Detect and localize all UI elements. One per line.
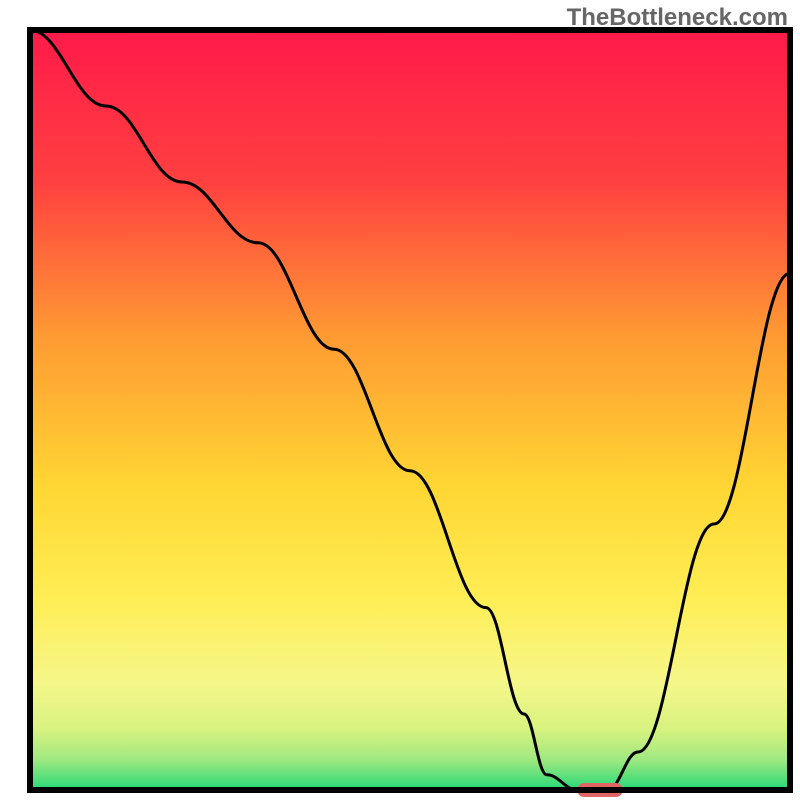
chart-container: TheBottleneck.com: [0, 0, 800, 800]
bottleneck-chart: [0, 0, 800, 800]
watermark-label: TheBottleneck.com: [567, 4, 788, 32]
